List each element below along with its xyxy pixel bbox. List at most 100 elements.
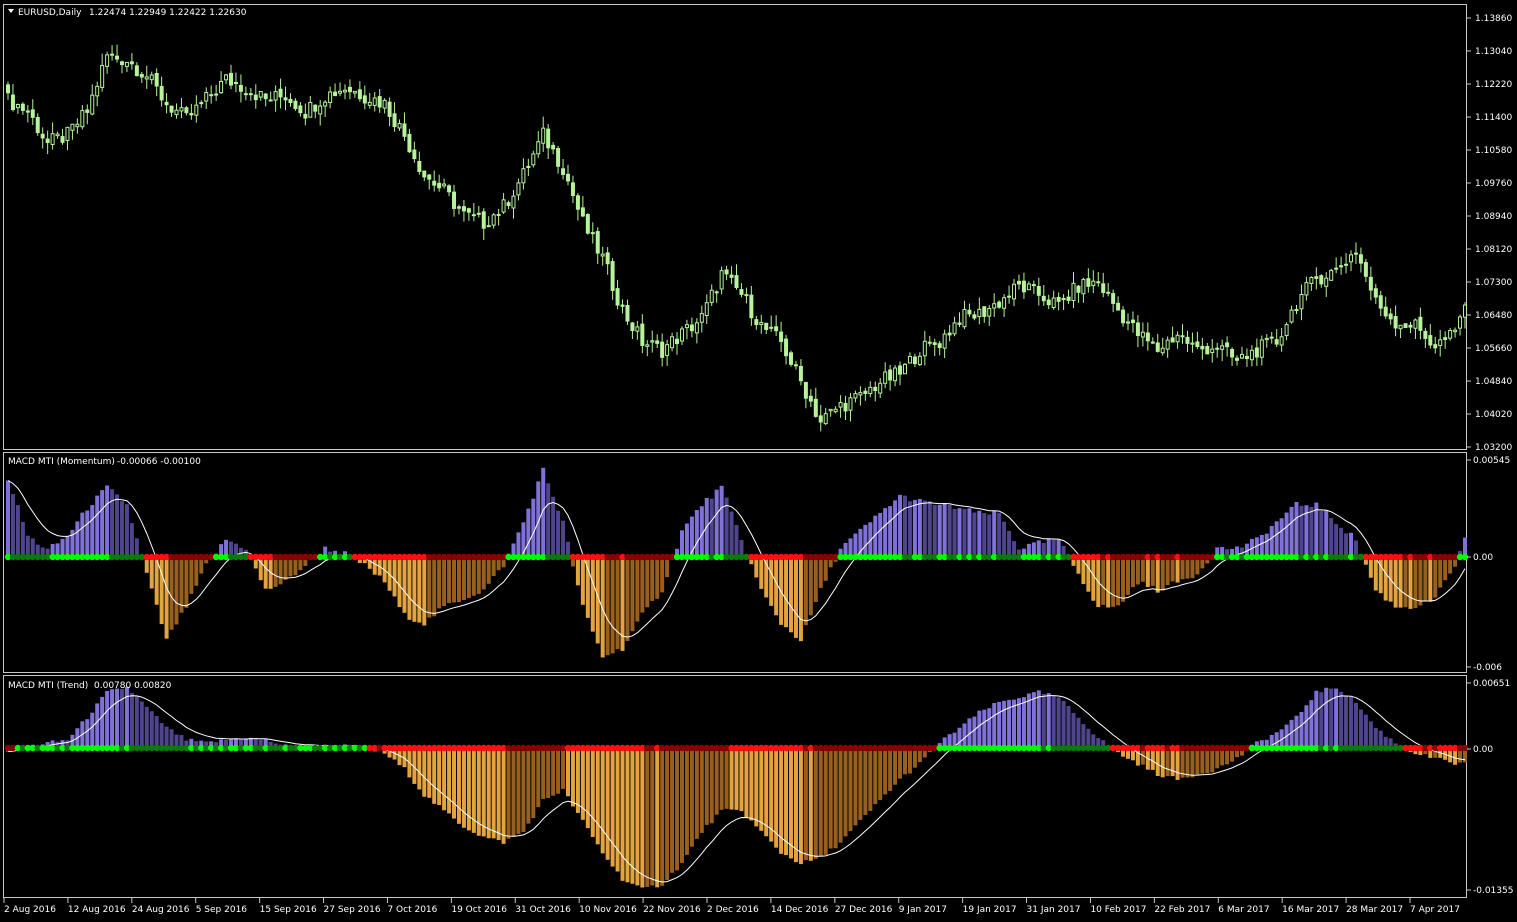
candle-body — [40, 133, 45, 139]
candle-body — [1358, 254, 1363, 264]
momentum-bar — [1428, 557, 1433, 602]
trend-bar — [551, 748, 556, 796]
candle-body — [1086, 278, 1091, 287]
candle-body — [1344, 263, 1349, 266]
candle-body — [258, 91, 263, 98]
candle-body — [1383, 306, 1388, 317]
candle-body — [1398, 324, 1403, 330]
candle-body — [338, 90, 343, 94]
momentum-bar — [481, 557, 486, 590]
candle-body — [957, 322, 962, 325]
candle-body — [1096, 281, 1101, 284]
candle-body — [50, 133, 55, 145]
candle-body — [1368, 276, 1373, 291]
candle-body — [546, 128, 551, 149]
trend-bar — [694, 748, 699, 839]
candle-body — [823, 413, 828, 425]
momentum-bar — [1002, 521, 1007, 557]
candle-body — [1294, 309, 1299, 312]
momentum-bar — [1170, 557, 1175, 582]
candle-body — [1403, 323, 1408, 328]
candle-body — [95, 85, 100, 97]
candle-body — [1453, 329, 1458, 333]
trend-bar — [139, 701, 144, 748]
candle-body — [566, 173, 571, 182]
trend-bar — [585, 748, 590, 829]
momentum-bar — [119, 501, 124, 557]
candle-body — [1066, 296, 1071, 301]
trend-bar — [709, 748, 714, 824]
candle-body — [838, 402, 843, 408]
candle-body — [1056, 296, 1061, 302]
trend-bar — [714, 748, 719, 815]
trend-bar — [1021, 697, 1026, 748]
candle-body — [417, 160, 422, 172]
candle-body — [605, 252, 610, 265]
price-y-label: 1.06480 — [1475, 311, 1512, 321]
trend-bar — [159, 723, 164, 748]
trend-bar — [744, 748, 749, 818]
momentum-bar — [531, 498, 536, 557]
candle-body — [1076, 285, 1081, 293]
candle-body — [164, 101, 169, 106]
candle-body — [199, 102, 204, 105]
trend-bar — [546, 748, 551, 799]
momentum-bar — [575, 557, 580, 586]
candle-body — [1200, 345, 1205, 350]
candle-body — [1433, 344, 1438, 349]
candle-body — [1150, 341, 1155, 344]
candle-body — [392, 113, 397, 128]
trend-bar — [813, 748, 818, 859]
trend-bar — [803, 748, 808, 861]
momentum-bar — [679, 530, 684, 557]
trend-bar — [456, 748, 461, 824]
candle-body — [1175, 334, 1180, 343]
x-date-label: 5 Sep 2016 — [196, 905, 248, 915]
trend-bar — [105, 690, 110, 748]
trend-bar — [447, 748, 452, 814]
momentum-bar — [174, 557, 179, 625]
candle-body — [729, 274, 734, 278]
momentum-bar — [789, 557, 794, 633]
candle-body — [803, 381, 808, 399]
candle-body — [129, 61, 134, 65]
candle-body — [224, 74, 229, 81]
momentum-bar — [580, 557, 585, 605]
candle-body — [699, 313, 704, 323]
candle-body — [982, 306, 987, 317]
candle-body — [318, 105, 323, 115]
momentum-bar — [1155, 557, 1160, 593]
x-date-label: 2 Aug 2016 — [4, 905, 56, 915]
candle-body — [80, 110, 85, 128]
candle-body — [893, 367, 898, 382]
momentum-bar — [184, 557, 189, 608]
candle-body — [194, 104, 199, 116]
trend-bar — [823, 748, 828, 855]
momentum-bar — [937, 504, 942, 557]
candle-body — [30, 109, 35, 118]
candle-body — [1225, 342, 1230, 348]
momentum-bar — [486, 557, 491, 584]
candle-body — [670, 336, 675, 349]
momentum-bar — [1126, 557, 1131, 595]
candle-body — [516, 182, 521, 196]
candle-body — [65, 126, 70, 141]
trend-bar — [496, 748, 501, 840]
candle-body — [1373, 288, 1378, 298]
momentum-bar — [1433, 557, 1438, 598]
trend-bar — [1061, 700, 1066, 748]
candle — [789, 350, 794, 367]
candle-body — [1363, 262, 1368, 277]
trend-bar — [442, 748, 447, 811]
trend-bar — [501, 748, 506, 844]
candle-body — [575, 195, 580, 210]
candle-body — [347, 86, 352, 93]
candle-body — [169, 105, 174, 113]
candle-body — [313, 104, 318, 112]
candle-body — [328, 91, 333, 103]
momentum-bar — [719, 485, 724, 557]
momentum-bar — [164, 557, 169, 639]
trend-bar — [1081, 724, 1086, 748]
candle-body — [1026, 283, 1031, 291]
momentum-bar — [1443, 557, 1448, 581]
